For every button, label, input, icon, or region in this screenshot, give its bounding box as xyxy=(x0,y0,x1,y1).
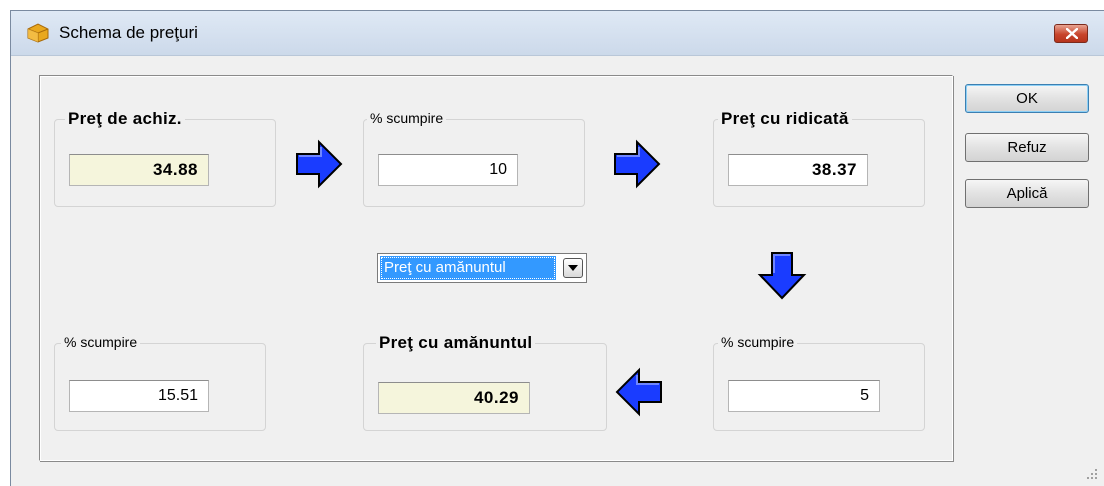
price-type-select[interactable]: Preţ cu amănuntul xyxy=(377,253,587,283)
wholesale-price-field[interactable]: 38.37 xyxy=(728,154,868,186)
arrow-right-icon xyxy=(614,139,661,189)
markup-3-group: % scumpire 15.51 xyxy=(54,334,266,431)
purchase-price-group: Preţ de achiz. 34.88 xyxy=(54,109,276,207)
resize-grip-icon[interactable] xyxy=(1086,468,1098,480)
close-button[interactable] xyxy=(1054,24,1088,43)
price-scheme-dialog: Schema de preţuri Preţ de achiz. 34.88 %… xyxy=(10,10,1104,486)
markup-1-group: % scumpire 10 xyxy=(363,110,585,207)
title-bar: Schema de preţuri xyxy=(11,11,1104,56)
purchase-price-field: 34.88 xyxy=(69,154,209,186)
markup-1-input[interactable]: 10 xyxy=(378,154,518,186)
dropdown-button[interactable] xyxy=(563,258,583,278)
arrow-left-icon xyxy=(615,367,662,417)
wholesale-price-group: Preţ cu ridicată 38.37 xyxy=(713,109,925,207)
arrow-down-icon xyxy=(757,252,807,300)
retail-price-field: 40.29 xyxy=(378,382,530,414)
markup-3-input[interactable]: 15.51 xyxy=(69,380,209,412)
apply-button[interactable]: Aplică xyxy=(965,179,1089,208)
price-type-selected: Preţ cu amănuntul xyxy=(380,256,556,280)
retail-price-label: Preţ cu amănuntul xyxy=(376,333,536,353)
purchase-price-label: Preţ de achiz. xyxy=(65,109,185,129)
chevron-down-icon xyxy=(568,265,578,271)
window-title: Schema de preţuri xyxy=(59,23,198,42)
retail-price-group: Preţ cu amănuntul 40.29 xyxy=(363,333,607,431)
markup-2-group: % scumpire 5 xyxy=(713,334,925,431)
cancel-button[interactable]: Refuz xyxy=(965,133,1089,162)
markup-2-input[interactable]: 5 xyxy=(728,380,880,412)
ok-button[interactable]: OK xyxy=(965,84,1089,113)
package-icon xyxy=(27,23,49,43)
wholesale-price-label: Preţ cu ridicată xyxy=(718,109,852,129)
arrow-right-icon xyxy=(296,139,343,189)
close-icon xyxy=(1066,28,1078,39)
markup-1-label: % scumpire xyxy=(367,110,447,126)
markup-3-label: % scumpire xyxy=(61,334,141,350)
markup-2-label: % scumpire xyxy=(718,334,798,350)
